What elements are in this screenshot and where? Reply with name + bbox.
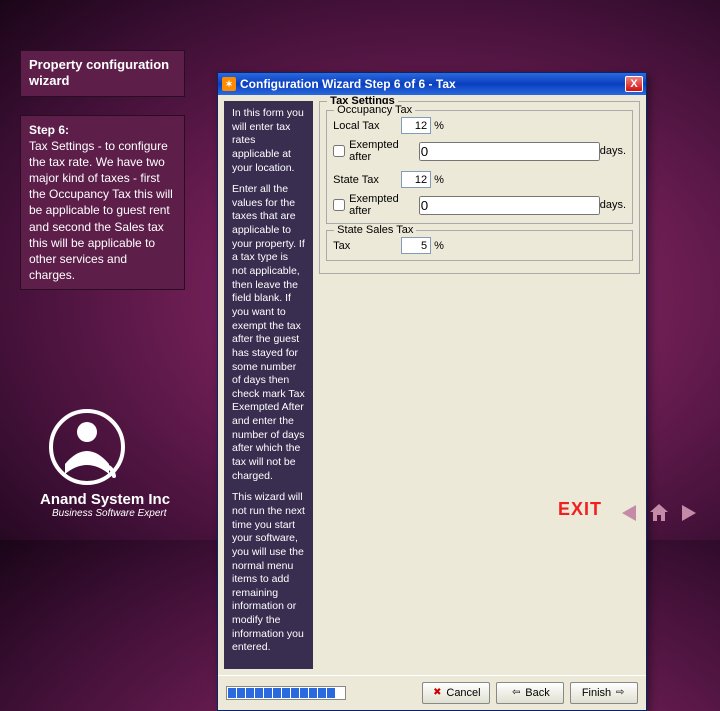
state-tax-input[interactable]: [401, 171, 431, 188]
sales-tax-label: Tax: [333, 240, 401, 252]
local-exempt-label: Exempted after: [349, 139, 399, 163]
info-p3: This wizard will not run the next time y…: [232, 491, 305, 655]
cancel-icon: ✖: [431, 687, 443, 699]
back-icon: ⇦: [510, 687, 522, 699]
progress-bar: [226, 686, 346, 700]
step-description: Step 6: Tax Settings - to configure the …: [20, 115, 185, 291]
titlebar[interactable]: ✶ Configuration Wizard Step 6 of 6 - Tax…: [218, 73, 646, 95]
days-unit-2: days.: [600, 199, 626, 211]
finish-button[interactable]: Finish ⇨: [570, 682, 638, 704]
step-text: Tax Settings - to configure the tax rate…: [29, 139, 173, 283]
step-label: Step 6:: [29, 123, 69, 137]
local-tax-input[interactable]: [401, 117, 431, 134]
company-name: Anand System Inc: [40, 491, 170, 508]
state-tax-label: State Tax: [333, 174, 401, 186]
app-icon: ✶: [222, 77, 236, 91]
wizard-info-panel: In this form you will enter tax rates ap…: [224, 101, 313, 669]
back-button[interactable]: ⇦ Back: [496, 682, 564, 704]
cancel-button[interactable]: ✖ Cancel: [422, 682, 490, 704]
sales-tax-group: State Sales Tax Tax %: [326, 230, 633, 261]
info-p1: In this form you will enter tax rates ap…: [232, 107, 305, 175]
local-exempt-checkbox[interactable]: [333, 145, 345, 157]
tax-settings-group: Tax Settings Occupancy Tax Local Tax % E…: [319, 101, 640, 274]
nav-icons: [618, 502, 700, 524]
company-logo: [48, 408, 126, 486]
pct-unit-2: %: [434, 174, 444, 186]
occupancy-tax-group: Occupancy Tax Local Tax % Exempted after…: [326, 110, 633, 224]
info-p2: Enter all the values for the taxes that …: [232, 183, 305, 483]
local-exempt-days-input[interactable]: [419, 142, 600, 161]
local-tax-label: Local Tax: [333, 120, 401, 132]
nav-next-icon[interactable]: [678, 502, 700, 524]
state-exempt-days-input[interactable]: [419, 196, 600, 215]
occupancy-legend: Occupancy Tax: [334, 104, 415, 116]
state-exempt-checkbox[interactable]: [333, 199, 345, 211]
days-unit: days.: [600, 145, 626, 157]
close-button[interactable]: X: [625, 76, 643, 92]
company-tagline: Business Software Expert: [52, 508, 167, 519]
exit-button[interactable]: EXIT: [558, 499, 602, 520]
sales-legend: State Sales Tax: [334, 224, 416, 236]
wizard-window: ✶ Configuration Wizard Step 6 of 6 - Tax…: [217, 72, 647, 711]
pct-unit-3: %: [434, 240, 444, 252]
sales-tax-input[interactable]: [401, 237, 431, 254]
left-title: Property configuration wizard: [20, 50, 185, 97]
state-exempt-label: Exempted after: [349, 193, 399, 217]
window-title: Configuration Wizard Step 6 of 6 - Tax: [240, 77, 456, 91]
finish-icon: ⇨: [614, 687, 626, 699]
button-bar: ✖ Cancel ⇦ Back Finish ⇨: [218, 675, 646, 710]
nav-home-icon[interactable]: [648, 502, 670, 524]
nav-prev-icon[interactable]: [618, 502, 640, 524]
pct-unit: %: [434, 120, 444, 132]
